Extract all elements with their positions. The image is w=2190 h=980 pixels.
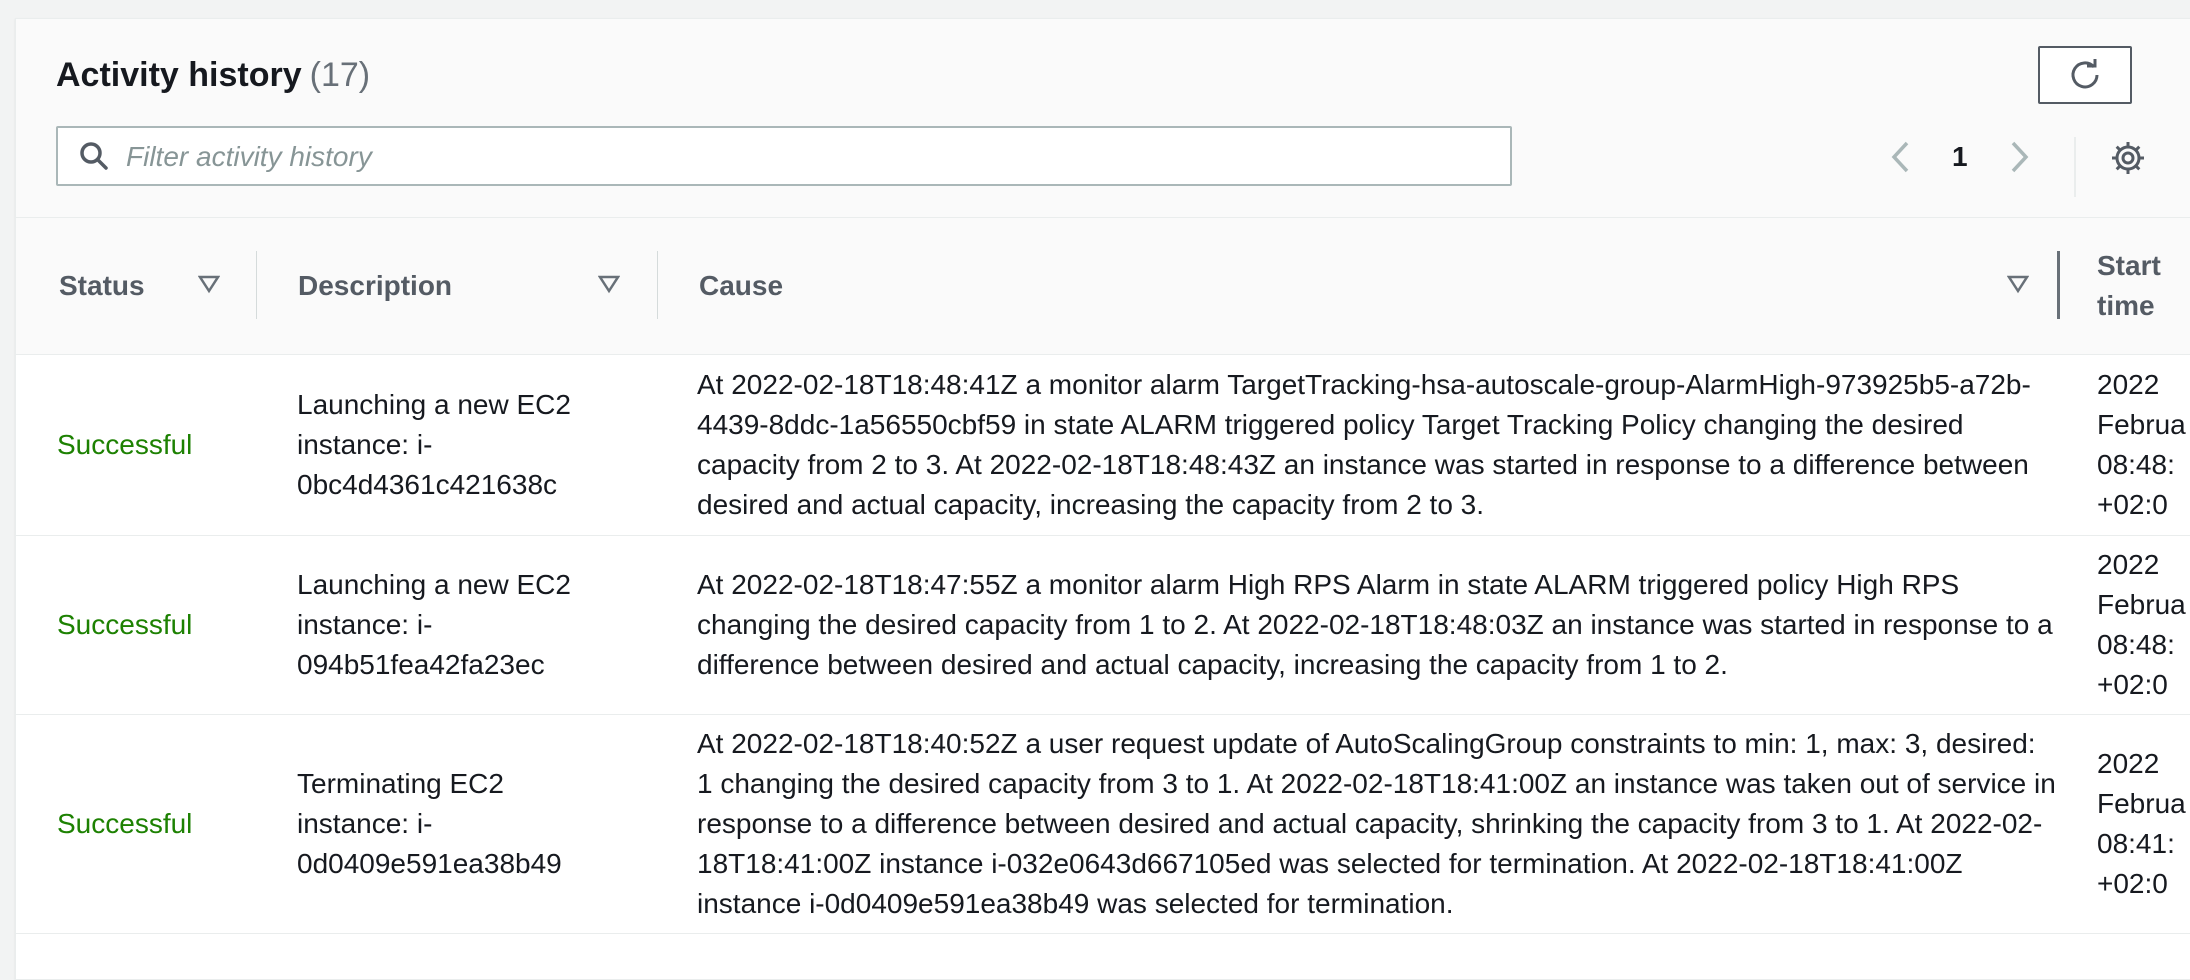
previous-page-button[interactable] xyxy=(1884,140,1918,174)
panel-header: Activity history(17) 1 xyxy=(16,19,2190,218)
description-cell: Launching a new EC2 instance: i-0bc4d436… xyxy=(297,389,571,500)
preferences-button[interactable] xyxy=(2110,140,2146,176)
gear-icon xyxy=(2112,142,2144,174)
sort-caret-icon[interactable] xyxy=(2007,274,2029,294)
chevron-left-icon xyxy=(1891,141,1909,173)
start-time-cell: 2022 Februa 08:41: +02:0 xyxy=(2097,748,2186,899)
activity-count: (17) xyxy=(309,56,371,94)
column-label-start-time: Start time xyxy=(2097,250,2161,321)
cause-cell: At 2022-02-18T18:48:41Z a monitor alarm … xyxy=(697,369,2031,520)
current-page-number[interactable]: 1 xyxy=(1952,141,1968,173)
description-cell: Terminating EC2 instance: i-0d0409e591ea… xyxy=(297,768,562,879)
sort-caret-icon[interactable] xyxy=(198,274,220,294)
filter-search-box[interactable] xyxy=(56,126,1512,186)
cause-cell: At 2022-02-18T18:47:55Z a monitor alarm … xyxy=(697,569,2053,680)
filter-input[interactable] xyxy=(124,128,1498,186)
pager-divider xyxy=(2074,137,2076,197)
status-cell: Successful xyxy=(57,429,193,460)
search-icon xyxy=(80,142,108,170)
status-cell: Successful xyxy=(57,609,193,640)
column-header-status[interactable]: Status xyxy=(59,218,145,354)
sort-caret-icon[interactable] xyxy=(598,274,620,294)
table-header: Status Description Cause Start time xyxy=(16,218,2190,355)
table-row[interactable]: Successful Launching a new EC2 instance:… xyxy=(16,355,2190,536)
table-row[interactable]: Successful Terminating EC2 instance: i-0… xyxy=(16,715,2190,934)
column-header-start-time[interactable]: Start time xyxy=(2097,218,2177,354)
column-resize-handle[interactable] xyxy=(2057,251,2060,319)
start-time-cell: 2022 Februa 08:48: +02:0 xyxy=(2097,549,2186,700)
activity-history-panel: Activity history(17) 1 xyxy=(15,18,2190,980)
pagination: 1 xyxy=(1884,140,2036,174)
start-time-cell: 2022 Februa 08:48: +02:0 xyxy=(2097,369,2186,520)
cause-cell: At 2022-02-18T18:40:52Z a user request u… xyxy=(697,728,2056,919)
chevron-right-icon xyxy=(2011,141,2028,173)
column-header-cause[interactable]: Cause xyxy=(699,218,783,354)
column-divider[interactable] xyxy=(657,251,658,319)
refresh-icon xyxy=(2071,59,2099,89)
table-row[interactable]: Successful Launching a new EC2 instance:… xyxy=(16,536,2190,715)
column-label-status: Status xyxy=(59,270,145,301)
column-label-description: Description xyxy=(298,270,453,301)
description-cell: Launching a new EC2 instance: i-094b51fe… xyxy=(297,569,571,680)
column-label-cause: Cause xyxy=(699,270,784,301)
title-text: Activity history xyxy=(56,56,302,94)
refresh-button[interactable] xyxy=(2038,46,2132,104)
next-page-button[interactable] xyxy=(2002,140,2036,174)
page-title: Activity history (17) xyxy=(56,56,370,95)
column-header-description[interactable]: Description xyxy=(298,218,452,354)
column-divider[interactable] xyxy=(256,251,257,319)
status-cell: Successful xyxy=(57,808,193,839)
